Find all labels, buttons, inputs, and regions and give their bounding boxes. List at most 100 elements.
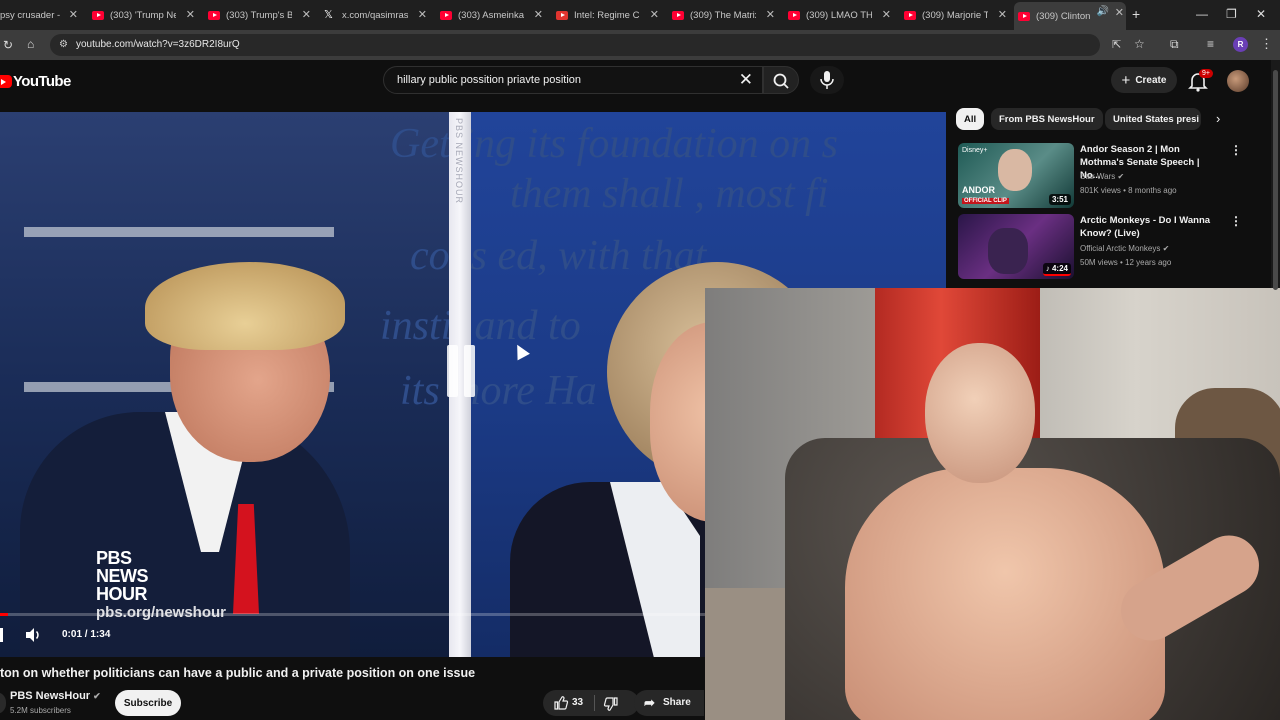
scrollbar-thumb[interactable] (1273, 70, 1278, 290)
reload-icon[interactable]: ↻ (3, 38, 13, 52)
disney-plus-logo: Disney+ (962, 147, 988, 154)
browser-tab[interactable]: (303) Trump's Be ✕ (208, 4, 313, 26)
close-tab-icon[interactable]: ✕ (882, 8, 891, 21)
tab-title: (309) Marjorie Ta (922, 9, 988, 21)
youtube-logo-icon (0, 75, 12, 88)
webcam-overlay (705, 288, 1280, 720)
recommendation-channel-name[interactable]: Official Arctic Monkeys (1080, 244, 1160, 253)
media-controls-icon[interactable]: ≡ (1207, 37, 1214, 51)
chip-us-president[interactable]: United States presi (1105, 108, 1201, 130)
x-icon: 𝕏 (324, 8, 333, 21)
page-scrollbar[interactable] (1271, 60, 1280, 290)
recommendation-item[interactable]: Disney+ ANDOR OFFICIAL CLIP 3:51 Andor S… (958, 143, 1258, 209)
play-button-edge[interactable] (0, 628, 3, 642)
verified-icon: ✔ (93, 691, 101, 701)
like-divider (594, 695, 595, 711)
time-display: 0:01 / 1:34 (62, 629, 110, 640)
video-title: ton on whether politicians can have a pu… (0, 666, 476, 680)
microphone-icon (820, 71, 834, 89)
share-button[interactable]: ➦ Share (634, 690, 704, 716)
search-input[interactable]: hillary public possition priavte positio… (383, 66, 763, 94)
close-tab-icon[interactable]: ✕ (1115, 6, 1124, 19)
omnibox[interactable]: ⚙ youtube.com/watch?v=3z6DR2I8urQ ⇱ ☆ (50, 34, 1145, 56)
create-button[interactable]: + Create (1111, 67, 1177, 93)
subscribe-button[interactable]: Subscribe (115, 690, 181, 716)
webcam-person-head (925, 343, 1035, 483)
channel-name-text[interactable]: PBS NewsHour (10, 690, 90, 702)
browser-tab[interactable]: psy crusader - ✕ (0, 4, 80, 26)
more-actions-icon[interactable]: ⋮ (1230, 214, 1242, 228)
home-icon[interactable]: ⌂ (27, 37, 34, 51)
thumbs-up-icon[interactable] (553, 695, 569, 711)
bookmark-star-icon[interactable]: ☆ (1134, 37, 1145, 51)
voice-search-button[interactable] (810, 66, 844, 94)
recommendation-thumbnail[interactable]: ♪ 4:24 (958, 214, 1074, 279)
recommendation-channel[interactable]: Official Arctic Monkeys ✔ (1080, 244, 1169, 253)
browser-menu-icon[interactable]: ⋮ (1260, 36, 1273, 52)
search-query[interactable]: hillary public possition priavte positio… (397, 74, 581, 86)
recommendation-title[interactable]: Arctic Monkeys - Do I Wanna Know? (Live) (1080, 214, 1222, 240)
search-button[interactable] (763, 66, 799, 94)
browser-tab[interactable]: (309) Marjorie Ta ✕ (904, 4, 1009, 26)
close-tab-icon[interactable]: ✕ (69, 8, 78, 21)
youtube-icon (440, 10, 452, 20)
close-tab-icon[interactable]: ✕ (650, 8, 659, 21)
browser-tab-active[interactable]: (309) Clinton 🔊 ✕ (1014, 2, 1126, 30)
browser-tab[interactable]: 𝕏 x.com/qasimrash ✕ (324, 4, 429, 26)
restore-icon[interactable]: ❐ (1226, 7, 1237, 21)
close-tab-icon[interactable]: ✕ (534, 8, 543, 21)
channel-name[interactable]: PBS NewsHour ✔ (10, 690, 101, 702)
pbs-watermark-line: HOUR (96, 584, 148, 604)
browser-tab[interactable]: (309) The Matrix ✕ (672, 4, 777, 26)
thumbs-down-icon[interactable] (603, 696, 619, 712)
video-duration: ♪ 4:24 (1042, 263, 1071, 276)
recommendation-channel[interactable]: Star Wars ✔ (1080, 172, 1124, 181)
account-avatar[interactable] (1227, 70, 1249, 92)
share-arrow-icon: ➦ (644, 695, 655, 710)
site-info-icon[interactable]: ⚙ (59, 39, 68, 50)
chip-from-pbs[interactable]: From PBS NewsHour (991, 108, 1103, 130)
progress-bar[interactable] (0, 613, 706, 616)
tab-title: (303) 'Trump Ne (110, 9, 176, 21)
clear-search-icon[interactable]: ✕ (739, 70, 753, 90)
pbs-watermark-line: PBS (96, 548, 132, 568)
like-count[interactable]: 33 (572, 697, 583, 708)
youtube-icon (788, 10, 800, 20)
youtube-logo[interactable]: YouTube (0, 73, 71, 90)
profile-avatar[interactable]: R (1233, 37, 1248, 52)
volume-icon[interactable] (24, 627, 42, 643)
new-tab-icon[interactable]: + (1132, 6, 1140, 22)
install-icon[interactable]: ⇱ (1112, 38, 1121, 51)
close-tab-icon[interactable]: ✕ (302, 8, 311, 21)
recommendation-item[interactable]: ♪ 4:24 Arctic Monkeys - Do I Wanna Know?… (958, 214, 1258, 280)
like-dislike-group (543, 690, 639, 716)
chip-all[interactable]: All (956, 108, 985, 130)
recommendation-meta: 801K views • 8 months ago (1080, 186, 1177, 195)
close-tab-icon[interactable]: ✕ (418, 8, 427, 21)
close-tab-icon[interactable]: ✕ (998, 8, 1007, 21)
browser-tab[interactable]: Intel: Regime Cha ✕ (556, 4, 661, 26)
recommendation-thumbnail[interactable]: Disney+ ANDOR OFFICIAL CLIP 3:51 (958, 143, 1074, 208)
recommendation-meta: 50M views • 12 years ago (1080, 258, 1172, 267)
chevron-right-icon[interactable]: › (1216, 111, 1220, 126)
browser-tab[interactable]: (303) 'Trump Ne ✕ (92, 4, 197, 26)
browser-tab[interactable]: (303) Asmeinkam ✕ (440, 4, 545, 26)
youtube-icon (1018, 11, 1030, 21)
minimize-icon[interactable]: — (1196, 7, 1208, 21)
browser-tab[interactable]: (309) LMAO THIS ✕ (788, 4, 893, 26)
extensions-icon[interactable]: ⧉ (1170, 37, 1179, 52)
thumbnail-figure (998, 149, 1032, 191)
close-window-icon[interactable]: ✕ (1256, 7, 1266, 21)
pause-icon[interactable] (445, 345, 479, 405)
more-actions-icon[interactable]: ⋮ (1230, 143, 1242, 157)
url-text[interactable]: youtube.com/watch?v=3z6DR2I8urQ (76, 39, 240, 50)
backdrop-text: its more Ha (400, 368, 597, 414)
close-tab-icon[interactable]: ✕ (186, 8, 195, 21)
thumbnail-tag: OFFICIAL CLIP (962, 198, 1009, 204)
notification-badge: 9+ (1199, 69, 1213, 78)
close-tab-icon[interactable]: ✕ (766, 8, 775, 21)
channel-avatar[interactable] (0, 692, 6, 714)
recommendation-channel-name[interactable]: Star Wars (1080, 172, 1115, 181)
tab-title: Intel: Regime Cha (574, 9, 640, 21)
speaker-icon[interactable]: 🔊 (1097, 6, 1109, 17)
